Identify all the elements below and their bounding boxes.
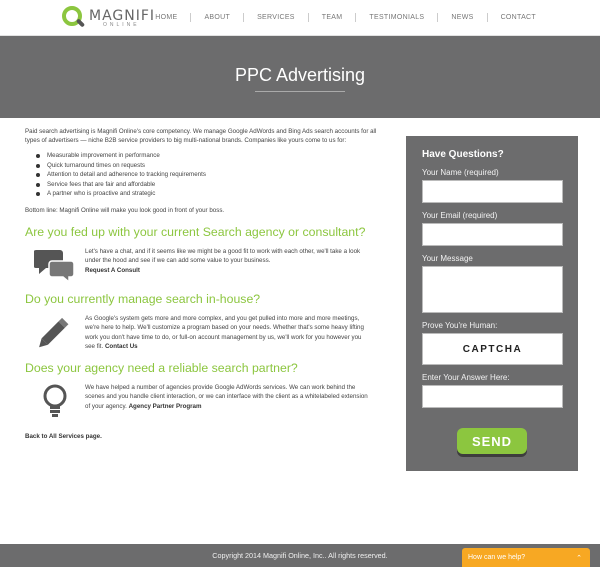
answer-label: Enter Your Answer Here: bbox=[422, 373, 510, 382]
logo[interactable]: MAGNIFI ONLINE bbox=[62, 6, 155, 30]
send-button[interactable]: SEND bbox=[457, 428, 527, 454]
contact-us-link[interactable]: Contact Us bbox=[105, 343, 138, 350]
logo-name: MAGNIFI bbox=[89, 7, 156, 24]
form-title: Have Questions? bbox=[422, 149, 504, 160]
email-label: Your Email (required) bbox=[422, 211, 498, 220]
list-item: Measurable improvement in performance bbox=[36, 151, 390, 160]
section-fed-up: Are you fed up with your current Search … bbox=[25, 225, 390, 283]
request-consult-link[interactable]: Request A Consult bbox=[85, 267, 140, 274]
nav-team[interactable]: TEAM bbox=[322, 14, 343, 21]
back-to-services-link[interactable]: Back to All Services page. bbox=[25, 433, 390, 442]
list-item: Quick turnaround times on requests bbox=[36, 161, 390, 170]
section-heading: Does your agency need a reliable search … bbox=[25, 361, 298, 376]
nav-divider bbox=[190, 13, 192, 22]
section-agency: Does your agency need a reliable search … bbox=[25, 361, 390, 419]
chat-bubbles-icon bbox=[25, 247, 85, 283]
nav-divider bbox=[437, 13, 439, 22]
nav-contact[interactable]: CONTACT bbox=[501, 14, 536, 21]
section-text: We have helped a number of agencies prov… bbox=[85, 383, 368, 411]
nav-news[interactable]: NEWS bbox=[451, 14, 473, 21]
list-item: Attention to detail and adherence to tra… bbox=[36, 170, 390, 179]
main-nav: HOME ABOUT SERVICES TEAM TESTIMONIALS NE… bbox=[155, 13, 536, 22]
section-heading: Are you fed up with your current Search … bbox=[25, 225, 366, 240]
agency-partner-link[interactable]: Agency Partner Program bbox=[129, 403, 202, 410]
nav-home[interactable]: HOME bbox=[155, 14, 177, 21]
nav-services[interactable]: SERVICES bbox=[257, 14, 295, 21]
page-title: PPC Advertising bbox=[234, 65, 366, 85]
page: MAGNIFI ONLINE HOME ABOUT SERVICES TEAM … bbox=[0, 0, 600, 567]
message-label: Your Message bbox=[422, 254, 473, 263]
chat-widget[interactable]: How can we help? ⌃ bbox=[462, 548, 590, 567]
nav-divider bbox=[307, 13, 309, 22]
human-label: Prove You're Human: bbox=[422, 321, 498, 330]
section-in-house: Do you currently manage search in-house?… bbox=[25, 292, 390, 352]
main-content: Paid search advertising is Magnifi Onlin… bbox=[25, 128, 390, 441]
site-header: MAGNIFI ONLINE HOME ABOUT SERVICES TEAM … bbox=[0, 0, 600, 36]
intro-text: Paid search advertising is Magnifi Onlin… bbox=[25, 128, 377, 144]
title-underline bbox=[255, 91, 345, 92]
chat-label: How can we help? bbox=[468, 554, 526, 561]
section-text: Let's have a chat, and if it seems like … bbox=[85, 247, 361, 265]
nav-divider bbox=[486, 13, 488, 22]
nav-divider bbox=[355, 13, 357, 22]
page-banner: PPC Advertising bbox=[0, 36, 600, 118]
email-field[interactable] bbox=[422, 223, 563, 246]
benefits-list: Measurable improvement in performance Qu… bbox=[36, 151, 390, 198]
captcha-answer-field[interactable] bbox=[422, 385, 563, 408]
nav-divider bbox=[243, 13, 245, 22]
nav-about[interactable]: ABOUT bbox=[204, 14, 230, 21]
section-heading: Do you currently manage search in-house? bbox=[25, 291, 261, 306]
captcha-image: CAPTCHA bbox=[422, 333, 563, 365]
list-item: A partner who is proactive and strategic bbox=[36, 189, 390, 198]
magnifier-logo-icon bbox=[62, 6, 86, 30]
chevron-up-icon: ⌃ bbox=[576, 554, 582, 562]
contact-form: Have Questions? Your Name (required) You… bbox=[406, 136, 578, 471]
lightbulb-icon bbox=[25, 383, 85, 419]
pencil-icon bbox=[25, 314, 85, 352]
message-field[interactable] bbox=[422, 266, 563, 313]
name-field[interactable] bbox=[422, 180, 563, 203]
name-label: Your Name (required) bbox=[422, 168, 499, 177]
nav-testimonials[interactable]: TESTIMONIALS bbox=[369, 14, 424, 21]
list-item: Service fees that are fair and affordabl… bbox=[36, 180, 390, 189]
bottom-line-text: Bottom line: Magnifi Online will make yo… bbox=[25, 207, 225, 215]
